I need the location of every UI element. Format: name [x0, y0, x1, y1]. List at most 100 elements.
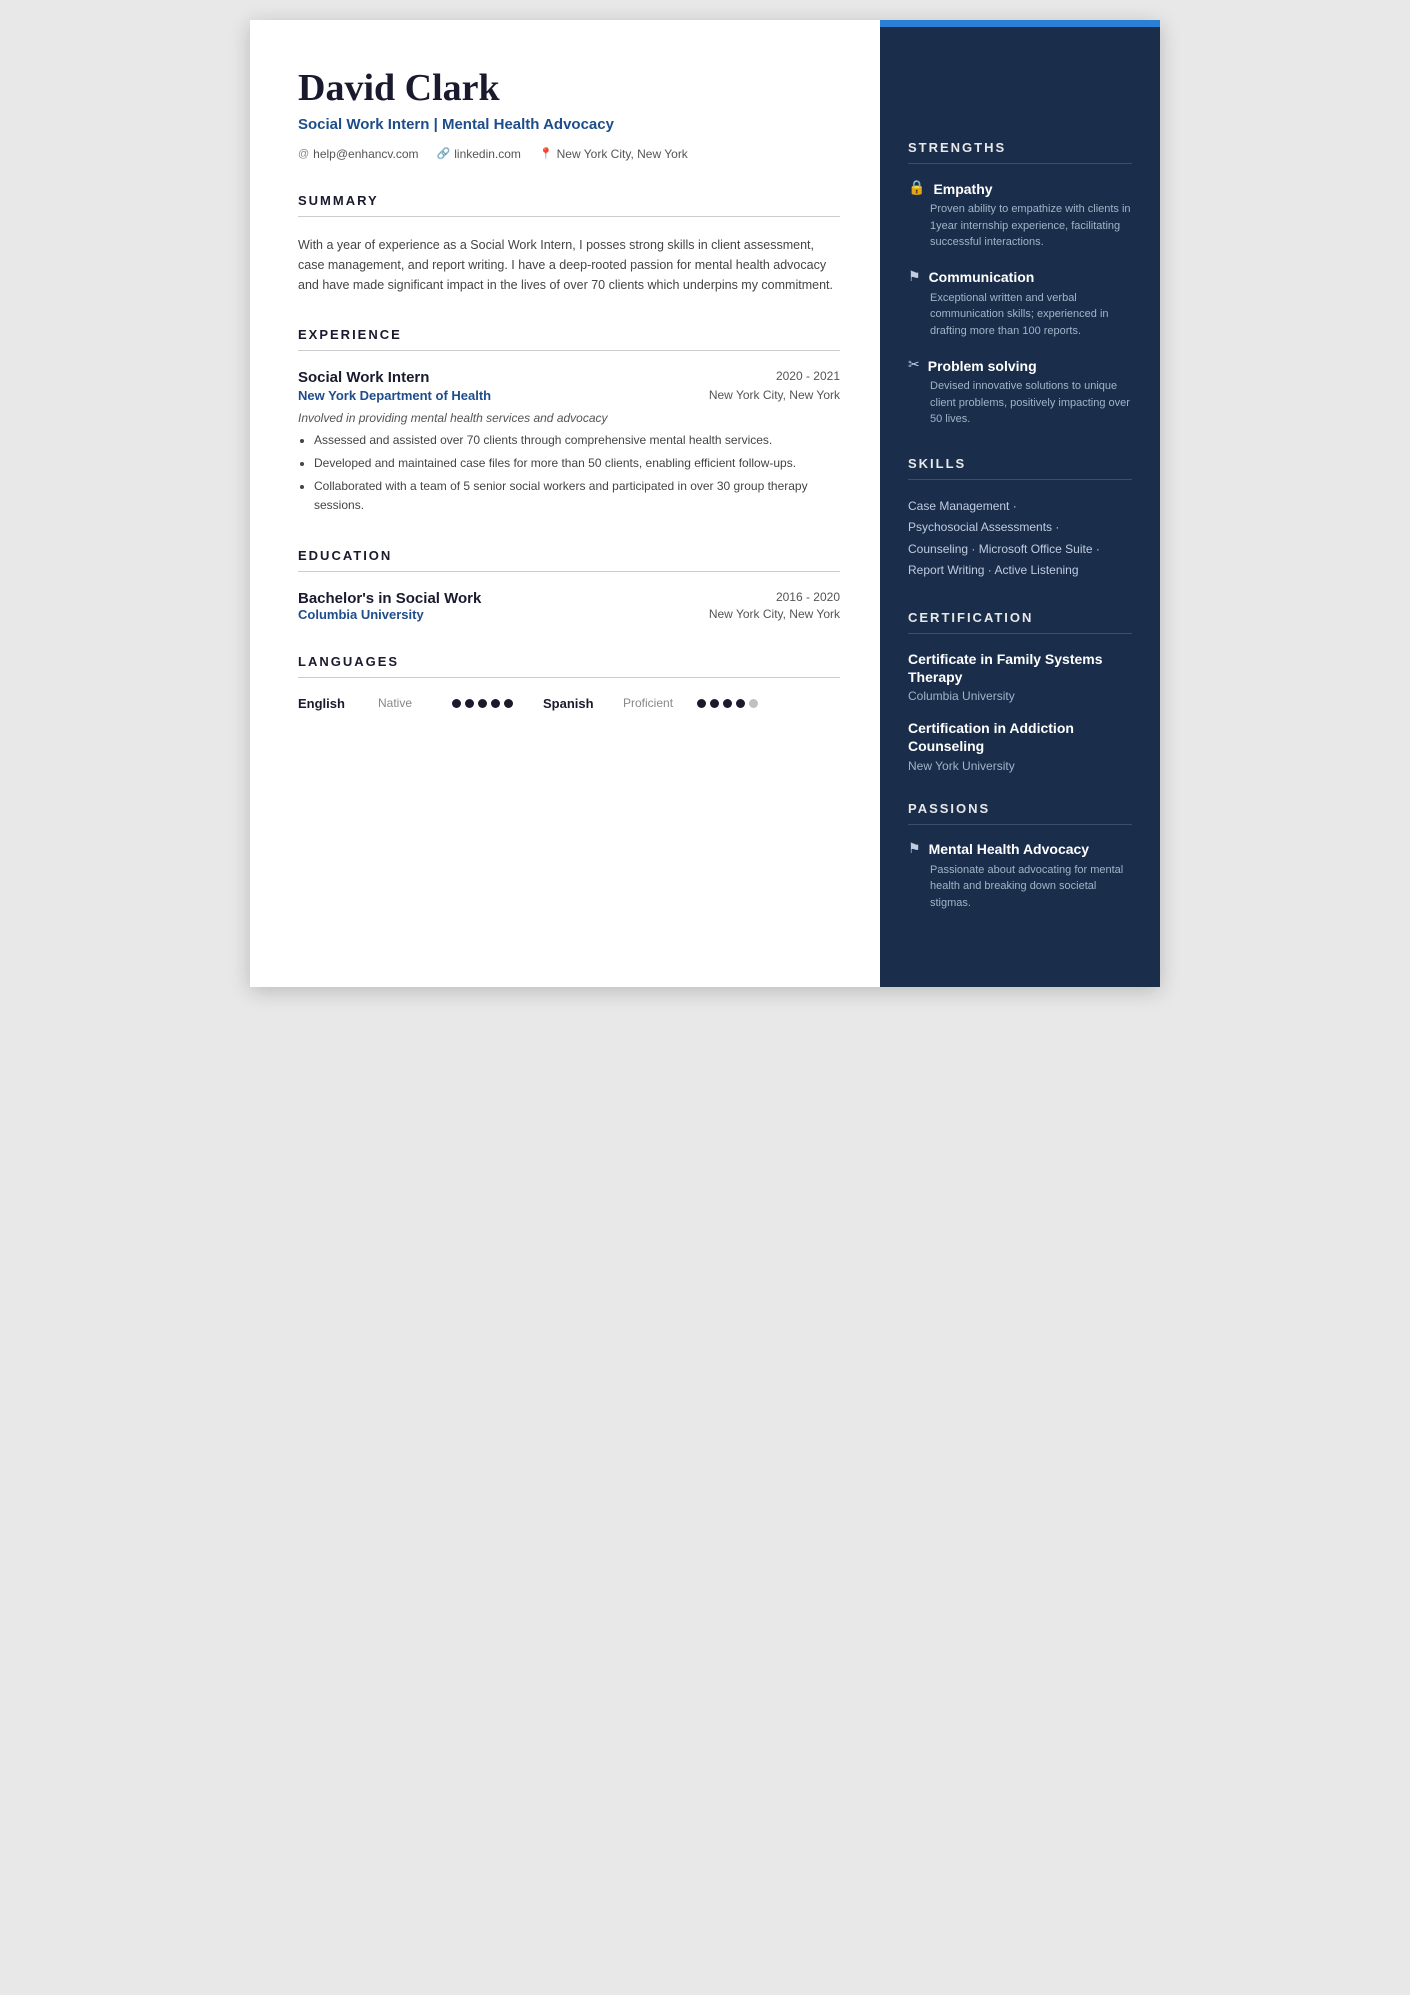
link-icon: 🔗 — [437, 147, 451, 160]
dot — [504, 699, 513, 708]
location-icon: 📍 — [539, 147, 553, 160]
job-company: New York Department of Health — [298, 388, 491, 403]
strength-problem-row: ✂ Problem solving — [908, 357, 1132, 374]
education-title: EDUCATION — [298, 548, 840, 563]
edu-location: New York City, New York — [709, 607, 840, 622]
email-value: help@enhancv.com — [313, 147, 418, 161]
strength-communication-title: Communication — [929, 269, 1035, 285]
strengths-title: STRENGTHS — [908, 140, 1132, 155]
dot — [465, 699, 474, 708]
lang-name-english: English — [298, 696, 378, 711]
passion-desc: Passionate about advocating for mental h… — [908, 862, 1132, 912]
strengths-divider — [908, 163, 1132, 164]
edu-dates: 2016 - 2020 — [776, 590, 840, 604]
skill-line-3: Counseling · Microsoft Office Suite · — [908, 539, 1132, 561]
bullet-2: Developed and maintained case files for … — [314, 454, 840, 473]
skill-line-4: Report Writing · Active Listening — [908, 560, 1132, 582]
strength-empathy-desc: Proven ability to empathize with clients… — [908, 201, 1132, 251]
cert-name-2: Certification in Addiction Counseling — [908, 719, 1132, 755]
languages-row: English Native Spanish Profici — [298, 696, 840, 711]
edu-degree: Bachelor's in Social Work — [298, 590, 481, 607]
skill-line-2: Psychosocial Assessments · — [908, 517, 1132, 539]
strength-problem-title: Problem solving — [928, 358, 1037, 374]
summary-text: With a year of experience as a Social Wo… — [298, 235, 840, 295]
language-spanish: Spanish Proficient — [543, 696, 758, 711]
skills-text: Case Management · Psychosocial Assessmen… — [908, 496, 1132, 582]
languages-title: LANGUAGES — [298, 654, 840, 669]
passion-title-text: Mental Health Advocacy — [929, 841, 1090, 857]
candidate-title: Social Work Intern | Mental Health Advoc… — [298, 116, 840, 133]
dot — [749, 699, 758, 708]
education-section: EDUCATION Bachelor's in Social Work 2016… — [298, 548, 840, 622]
email-contact: @ help@enhancv.com — [298, 147, 419, 161]
job-header: Social Work Intern 2020 - 2021 — [298, 369, 840, 386]
experience-section: EXPERIENCE Social Work Intern 2020 - 202… — [298, 327, 840, 516]
summary-section: SUMMARY With a year of experience as a S… — [298, 193, 840, 295]
cert-item-1: Certificate in Family Systems Therapy Co… — [908, 650, 1132, 703]
certification-title: CERTIFICATION — [908, 610, 1132, 625]
candidate-name: David Clark — [298, 68, 840, 110]
passion-icon: ⚑ — [908, 841, 921, 858]
strengths-section: STRENGTHS 🔒 Empathy Proven ability to em… — [908, 140, 1132, 428]
job-subtitle: New York Department of Health New York C… — [298, 388, 840, 403]
cert-item-2: Certification in Addiction Counseling Ne… — [908, 719, 1132, 772]
dot — [697, 699, 706, 708]
edu-school: Columbia University — [298, 607, 424, 622]
job-item: Social Work Intern 2020 - 2021 New York … — [298, 369, 840, 516]
education-divider — [298, 571, 840, 572]
experience-divider — [298, 350, 840, 351]
bullet-1: Assessed and assisted over 70 clients th… — [314, 431, 840, 450]
location-contact: 📍 New York City, New York — [539, 147, 688, 161]
strength-communication-row: ⚑ Communication — [908, 269, 1132, 286]
lang-dots-spanish — [697, 699, 758, 708]
accent-bar — [880, 20, 1160, 27]
strength-problem-desc: Devised innovative solutions to unique c… — [908, 378, 1132, 428]
language-english: English Native — [298, 696, 513, 711]
languages-divider — [298, 677, 840, 678]
dot — [491, 699, 500, 708]
linkedin-value: linkedin.com — [454, 147, 521, 161]
passions-title: PASSIONS — [908, 801, 1132, 816]
skills-section: SKILLS Case Management · Psychosocial As… — [908, 456, 1132, 582]
strength-empathy: 🔒 Empathy Proven ability to empathize wi… — [908, 180, 1132, 251]
job-dates: 2020 - 2021 — [776, 369, 840, 383]
summary-divider — [298, 216, 840, 217]
passion-item-1: ⚑ Mental Health Advocacy Passionate abou… — [908, 841, 1132, 912]
bullet-3: Collaborated with a team of 5 senior soc… — [314, 477, 840, 515]
strength-problem-solving: ✂ Problem solving Devised innovative sol… — [908, 357, 1132, 428]
certification-section: CERTIFICATION Certificate in Family Syst… — [908, 610, 1132, 773]
passions-section: PASSIONS ⚑ Mental Health Advocacy Passio… — [908, 801, 1132, 912]
languages-section: LANGUAGES English Native — [298, 654, 840, 711]
empathy-icon: 🔒 — [908, 180, 925, 197]
lang-name-spanish: Spanish — [543, 696, 623, 711]
job-location: New York City, New York — [709, 388, 840, 403]
lang-level-english: Native — [378, 696, 448, 710]
cert-school-2: New York University — [908, 759, 1132, 773]
passion-title-row: ⚑ Mental Health Advocacy — [908, 841, 1132, 858]
passions-divider — [908, 824, 1132, 825]
dot — [710, 699, 719, 708]
strength-communication-desc: Exceptional written and verbal communica… — [908, 290, 1132, 340]
job-description: Involved in providing mental health serv… — [298, 411, 840, 425]
job-title: Social Work Intern — [298, 369, 429, 386]
skills-divider — [908, 479, 1132, 480]
dot — [723, 699, 732, 708]
cert-name-1: Certificate in Family Systems Therapy — [908, 650, 1132, 686]
strength-communication: ⚑ Communication Exceptional written and … — [908, 269, 1132, 340]
right-column: STRENGTHS 🔒 Empathy Proven ability to em… — [880, 20, 1160, 987]
dot — [452, 699, 461, 708]
dot — [478, 699, 487, 708]
dot — [736, 699, 745, 708]
contact-row: @ help@enhancv.com 🔗 linkedin.com 📍 New … — [298, 147, 840, 161]
linkedin-contact: 🔗 linkedin.com — [437, 147, 521, 161]
location-value: New York City, New York — [557, 147, 688, 161]
skills-title: SKILLS — [908, 456, 1132, 471]
problem-icon: ✂ — [908, 357, 920, 374]
summary-title: SUMMARY — [298, 193, 840, 208]
edu-header: Bachelor's in Social Work 2016 - 2020 — [298, 590, 840, 607]
strength-empathy-row: 🔒 Empathy — [908, 180, 1132, 197]
skill-line-1: Case Management · — [908, 496, 1132, 518]
lang-dots-english — [452, 699, 513, 708]
certification-divider — [908, 633, 1132, 634]
edu-item: Bachelor's in Social Work 2016 - 2020 Co… — [298, 590, 840, 622]
